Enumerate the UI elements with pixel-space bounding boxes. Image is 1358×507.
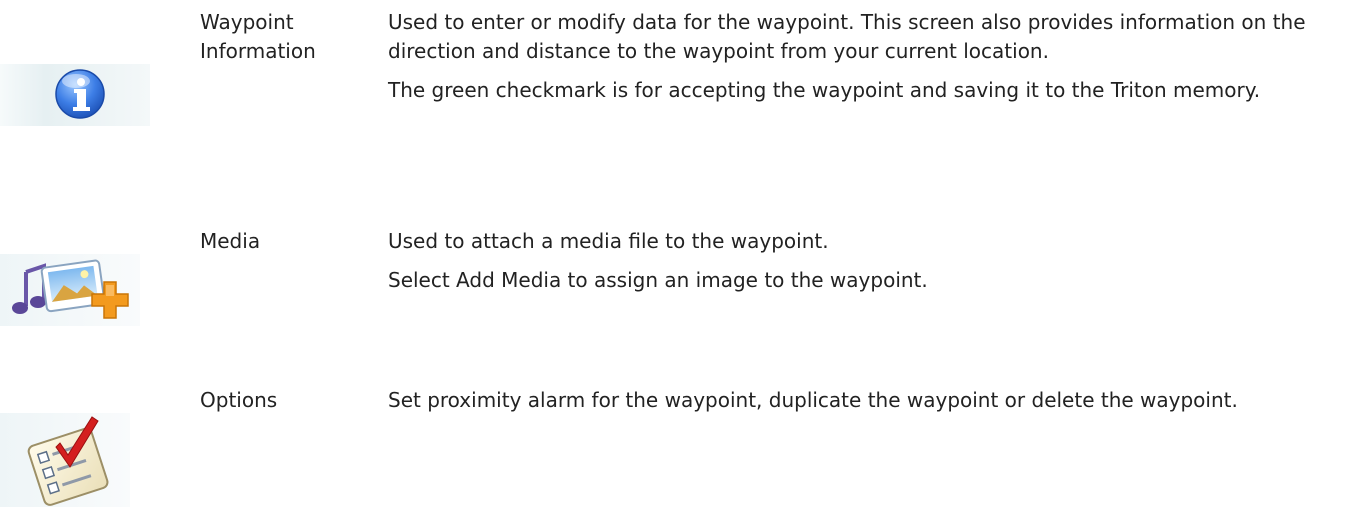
desc-options: Set proximity alarm for the waypoint, du… <box>388 386 1338 415</box>
desc-media: Used to attach a media file to the waypo… <box>388 227 1338 295</box>
term-label: Media <box>200 229 261 253</box>
info-icon <box>0 64 150 126</box>
media-add-icon <box>0 254 140 326</box>
description-paragraph: Select Add Media to assign an image to t… <box>388 268 928 292</box>
description-paragraph: Used to enter or modify data for the way… <box>388 10 1306 63</box>
description-paragraph: Used to attach a media file to the waypo… <box>388 229 829 253</box>
desc-waypoint-information: Used to enter or modify data for the way… <box>388 8 1338 105</box>
description-paragraph: Set proximity alarm for the waypoint, du… <box>388 388 1238 412</box>
term-waypoint-information: Waypoint Information <box>200 8 380 66</box>
term-options: Options <box>200 386 380 415</box>
term-label: Waypoint <box>200 10 294 34</box>
term-media: Media <box>200 227 380 256</box>
term-label: Options <box>200 388 278 412</box>
options-checklist-icon <box>0 413 130 507</box>
term-label-line2: Information <box>200 39 316 63</box>
description-paragraph: The green checkmark is for accepting the… <box>388 78 1261 102</box>
